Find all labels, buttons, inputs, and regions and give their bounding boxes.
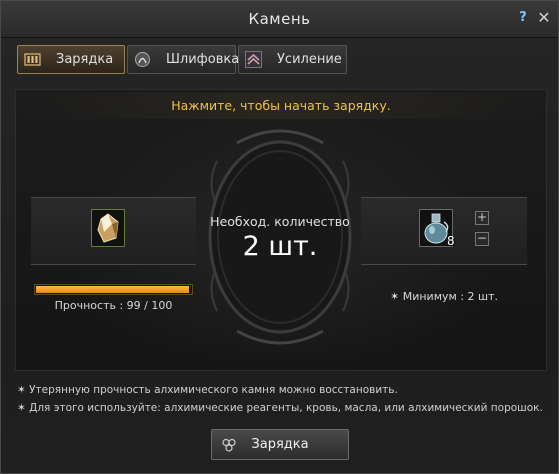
alchemy-stone-icon <box>97 213 119 243</box>
tab-enhance-label: Усиление <box>277 52 342 67</box>
tab-charge[interactable]: Зарядка <box>17 45 125 74</box>
window-title: Камень <box>248 10 311 28</box>
durability-bar <box>34 284 193 295</box>
close-button[interactable]: ✕ <box>536 10 552 26</box>
title-bar[interactable]: Камень ? ✕ <box>1 1 558 38</box>
polish-icon <box>135 52 150 67</box>
decrease-button[interactable]: − <box>475 232 489 246</box>
note-restore: ✶ Утерянную прочность алхимического камн… <box>17 384 398 396</box>
enhance-icon <box>245 51 262 68</box>
note-reagents: ✶ Для этого используйте: алхимические ре… <box>17 402 543 414</box>
durability-bar-fill <box>36 286 189 293</box>
tab-polish-label: Шлифовка <box>166 52 240 67</box>
stone-window: Камень ? ✕ Зарядка Шлифовка Усиление Наж… <box>0 0 559 474</box>
tab-polish[interactable]: Шлифовка <box>127 45 240 74</box>
help-button[interactable]: ? <box>515 10 531 26</box>
minimum-text: ✶ Минимум : 2 шт. <box>390 290 498 303</box>
charge-icon <box>24 53 41 66</box>
increase-button[interactable]: + <box>475 211 489 225</box>
required-quantity-label: Необход. количество <box>210 214 350 229</box>
durability-text: Прочность : 99 / 100 <box>54 299 173 312</box>
stone-slot[interactable] <box>91 209 125 247</box>
required-quantity-value: 2 шт. <box>242 231 318 262</box>
start-charge-hint[interactable]: Нажмите, чтобы начать зарядку. <box>15 98 547 113</box>
tab-charge-label: Зарядка <box>56 52 114 67</box>
reagent-quantity: 8 <box>447 234 455 248</box>
tab-enhance[interactable]: Усиление <box>238 45 347 74</box>
charge-button[interactable]: Зарядка <box>211 429 349 460</box>
charge-button-label: Зарядка <box>251 437 309 452</box>
